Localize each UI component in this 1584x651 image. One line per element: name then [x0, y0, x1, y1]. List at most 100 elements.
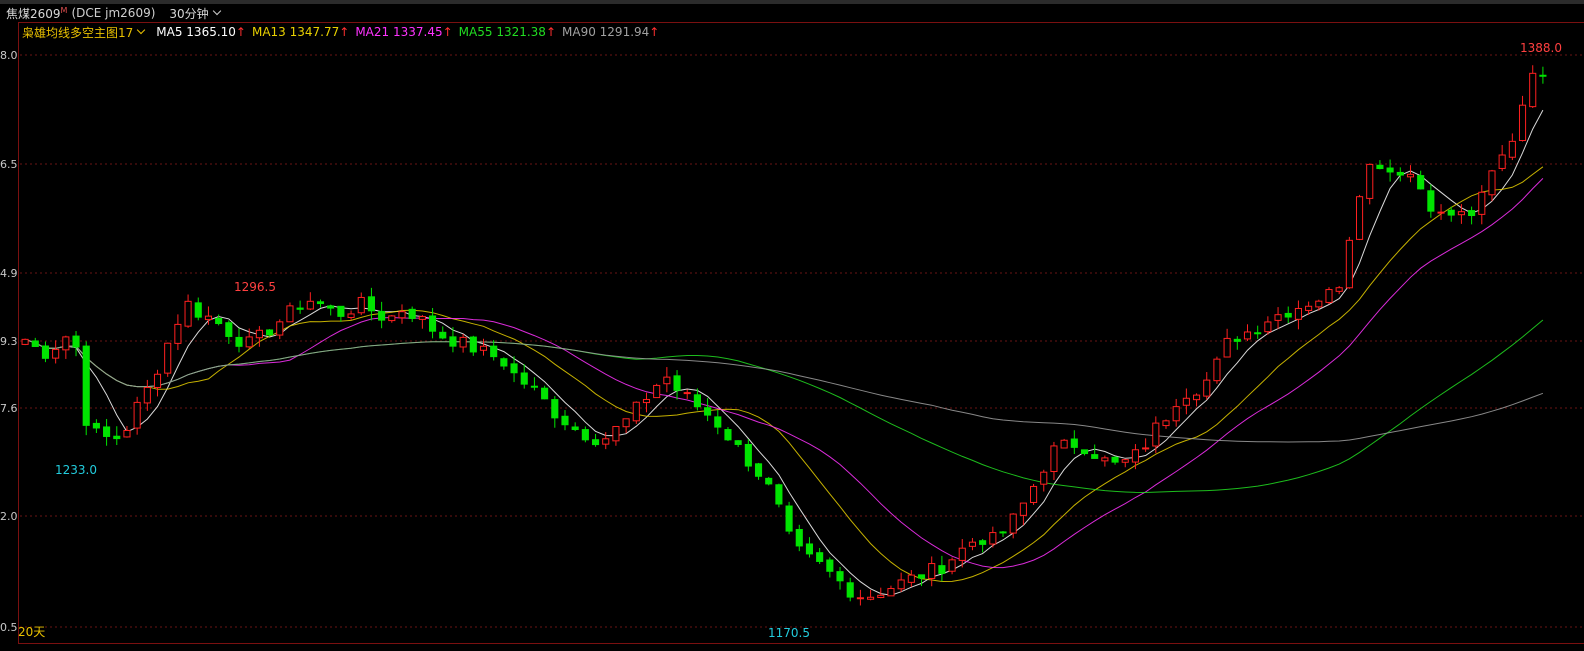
candle-body	[1305, 305, 1313, 311]
candle	[663, 367, 671, 393]
candle	[327, 304, 335, 316]
candle-body	[724, 429, 732, 441]
candle-body	[357, 296, 365, 314]
candle	[1335, 286, 1343, 295]
candle-body	[928, 563, 936, 579]
candle-body	[1488, 170, 1496, 196]
candle-body	[775, 484, 783, 505]
candle-body	[347, 313, 355, 318]
candle-body	[1457, 211, 1465, 216]
candle-body	[1427, 190, 1435, 212]
candle	[286, 302, 294, 323]
candle	[968, 537, 977, 551]
candle-body	[816, 552, 824, 562]
candle	[948, 557, 956, 575]
candle	[1468, 206, 1476, 225]
candle	[867, 589, 875, 601]
candle	[174, 314, 182, 351]
candle	[103, 418, 111, 446]
candle-body	[958, 547, 966, 561]
candle-body	[327, 305, 335, 309]
candle	[1406, 165, 1415, 183]
candle-body	[306, 300, 314, 310]
candle	[439, 326, 447, 340]
candle	[316, 299, 325, 308]
candle-body	[1213, 358, 1221, 382]
candle-body	[1101, 457, 1109, 462]
candle-body	[907, 574, 915, 583]
candle	[337, 305, 345, 322]
candle	[1274, 307, 1282, 329]
candle	[826, 557, 834, 578]
candle-body	[693, 394, 701, 408]
candle-body	[1529, 72, 1537, 108]
candle	[571, 422, 579, 432]
candle	[92, 419, 100, 434]
candle-body	[541, 387, 549, 400]
candle	[724, 427, 732, 442]
candle-body	[1050, 445, 1058, 473]
candle	[897, 572, 905, 593]
candle-body	[1111, 456, 1119, 463]
candle	[1243, 324, 1252, 342]
candle-body	[490, 345, 498, 358]
candle-body	[1518, 104, 1527, 142]
candle-body	[194, 302, 202, 318]
candle	[143, 379, 151, 411]
candle-body	[1376, 164, 1384, 170]
candle	[1030, 483, 1038, 505]
candle-body	[31, 340, 39, 348]
candle	[1182, 388, 1190, 415]
candle	[765, 476, 773, 486]
candle	[1508, 133, 1516, 161]
candle	[785, 501, 793, 535]
candle	[551, 396, 559, 428]
candle	[1345, 236, 1353, 289]
candle	[520, 364, 528, 389]
candle	[581, 426, 589, 443]
candle-body	[62, 336, 70, 351]
candle-body	[398, 311, 406, 319]
candle-body	[642, 398, 651, 404]
y-tick-label: 9.3	[0, 335, 18, 348]
candle-body	[826, 559, 834, 572]
candle	[276, 319, 284, 340]
candle	[184, 294, 192, 328]
candle-body	[622, 418, 630, 428]
candle-body	[1284, 312, 1292, 318]
candle-body	[1274, 314, 1282, 321]
candle-body	[1009, 513, 1017, 534]
candlestick-chart[interactable]: 8.0 6.5 4.9 9.3 7.6 2.0 0.5 1388.0 1296.5 1233.0…	[0, 0, 1584, 651]
candle-body	[591, 439, 600, 446]
candle	[622, 418, 630, 433]
candle	[1142, 438, 1150, 452]
candle-body	[785, 505, 793, 532]
candle-body	[714, 416, 722, 428]
candle-body	[673, 375, 681, 391]
candle-body	[979, 540, 987, 545]
candle	[836, 566, 844, 590]
candle-body	[378, 310, 386, 321]
candle-body	[754, 463, 763, 477]
candle-body	[164, 342, 172, 374]
candle	[1427, 184, 1435, 218]
candle	[1060, 438, 1068, 449]
candle	[1070, 430, 1078, 454]
candle	[1223, 328, 1231, 358]
candle	[846, 577, 854, 602]
candle	[1396, 167, 1404, 182]
candle-body	[72, 335, 80, 348]
candle-body	[1233, 338, 1241, 342]
candle	[928, 556, 936, 587]
candle-body	[1437, 211, 1445, 214]
candle-body	[133, 401, 141, 429]
candle-body	[1447, 209, 1455, 216]
candle-body	[1193, 394, 1201, 401]
candle	[296, 300, 304, 314]
candle	[907, 570, 915, 587]
candle	[52, 340, 60, 364]
candle-body	[1162, 420, 1170, 427]
candle	[734, 440, 742, 448]
candle-body	[449, 336, 457, 347]
candle-body	[1539, 74, 1547, 77]
